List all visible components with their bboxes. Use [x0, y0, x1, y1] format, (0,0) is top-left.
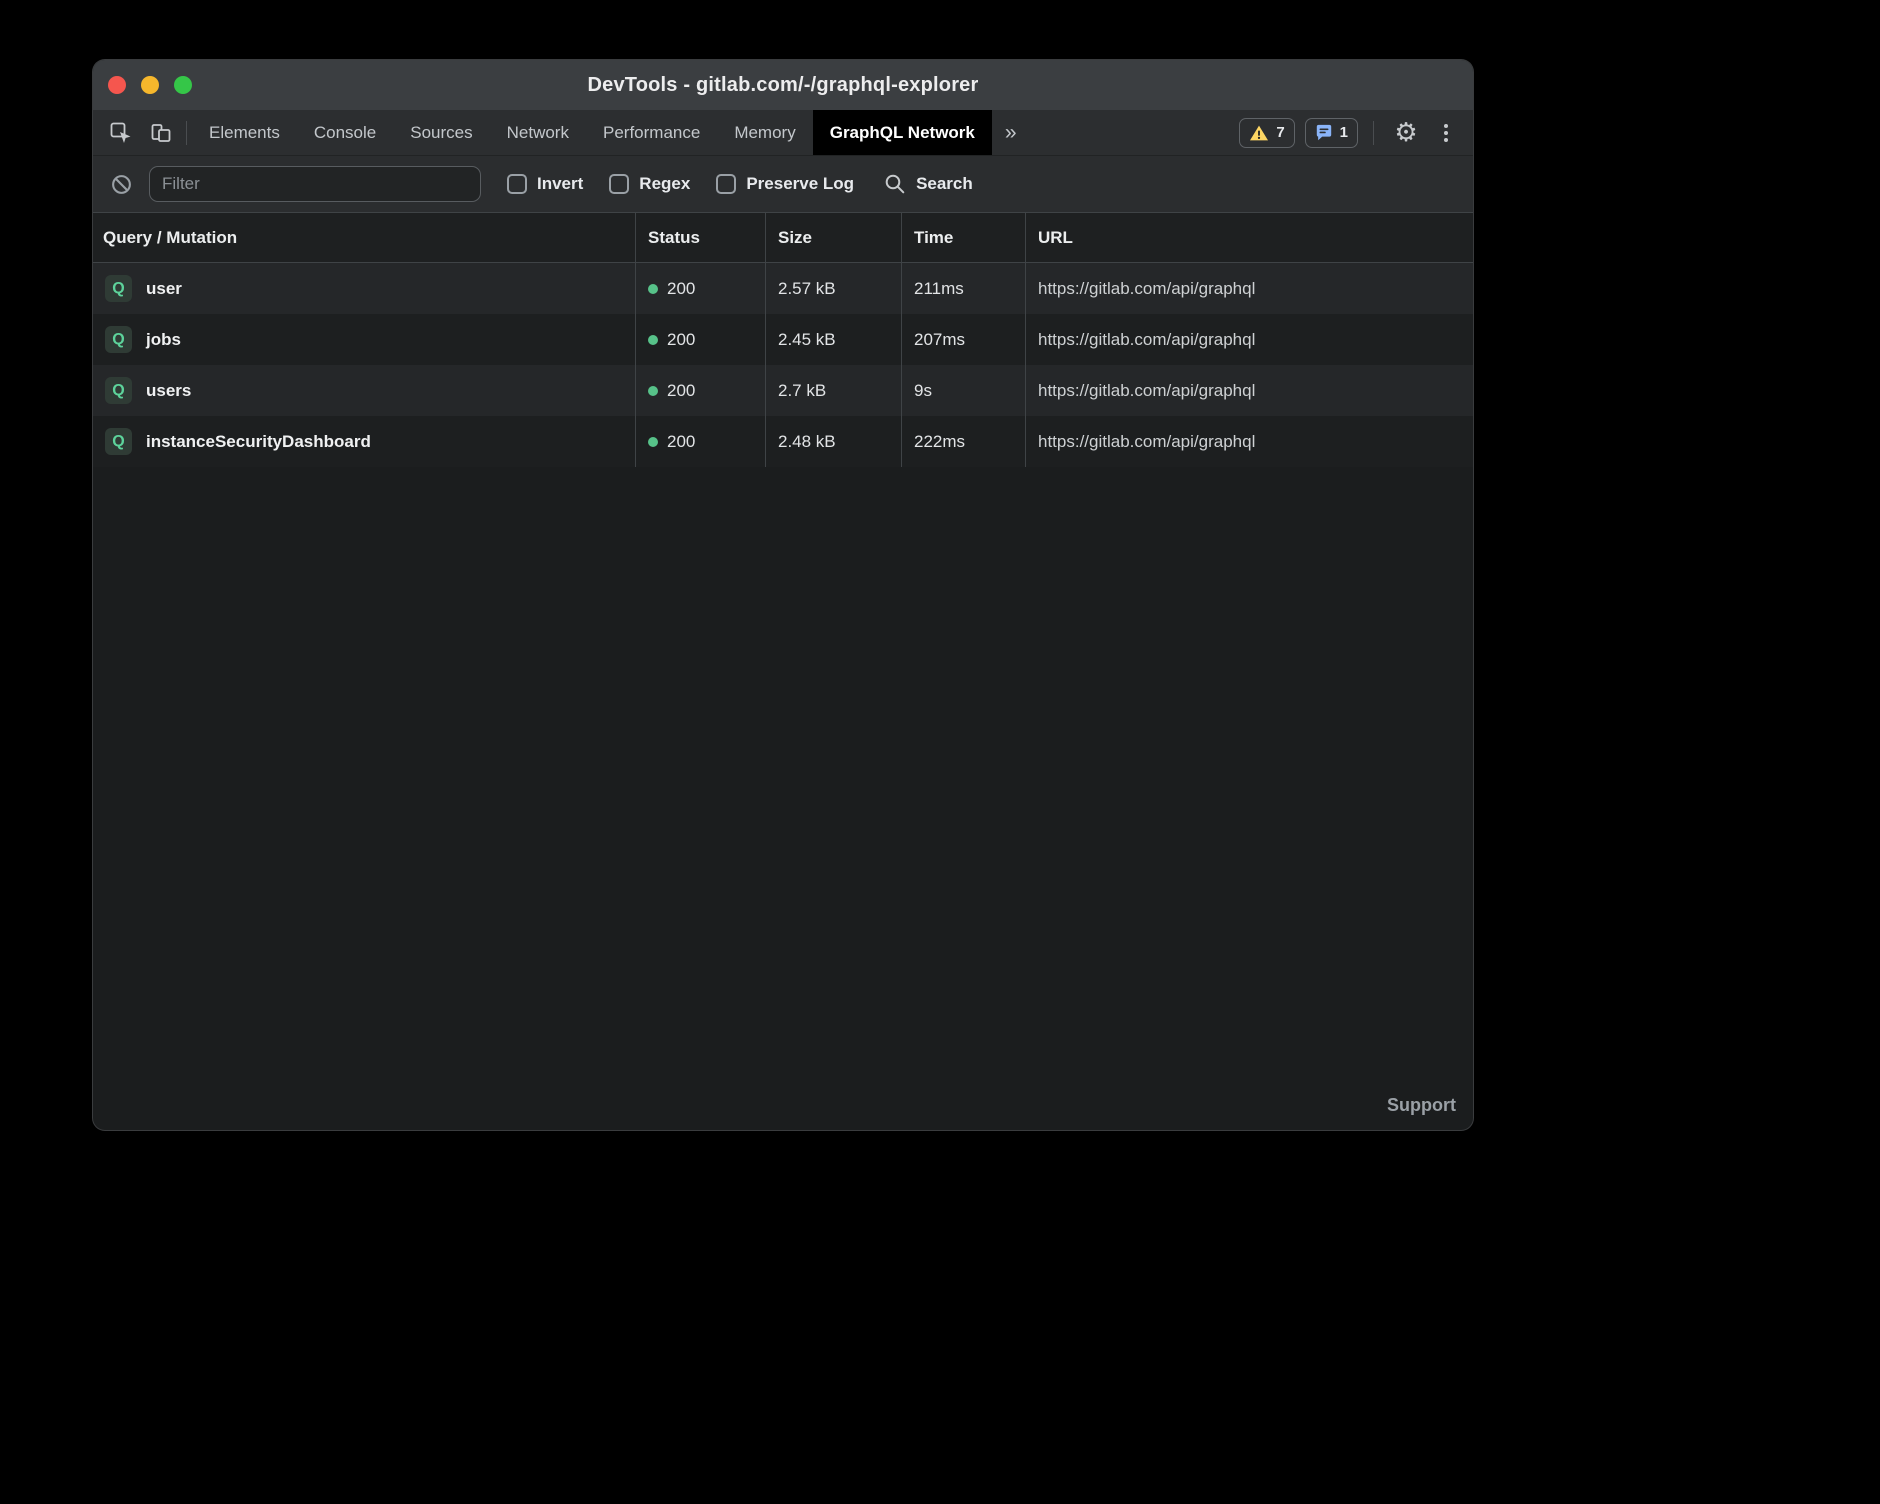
status-dot-icon: [648, 284, 658, 294]
requests-list: Q user 200 2.57 kB 211ms https://gitlab.…: [93, 263, 1473, 1130]
status-value: 200: [667, 279, 695, 299]
table-row[interactable]: Q instanceSecurityDashboard 200 2.48 kB …: [93, 416, 1473, 467]
message-icon: [1315, 124, 1333, 142]
device-toolbar-icon: [150, 122, 172, 144]
table-row[interactable]: Q jobs 200 2.45 kB 207ms https://gitlab.…: [93, 314, 1473, 365]
url-value: https://gitlab.com/api/graphql: [1026, 416, 1473, 467]
tab-network[interactable]: Network: [490, 110, 586, 155]
size-value: 2.57 kB: [766, 263, 902, 314]
zoom-button[interactable]: [174, 76, 192, 94]
filter-toolbar: Invert Regex Preserve Log Search: [93, 156, 1473, 213]
invert-label: Invert: [537, 174, 583, 194]
tab-memory[interactable]: Memory: [717, 110, 812, 155]
status-value: 200: [667, 330, 695, 350]
support-link[interactable]: Support: [1387, 1095, 1456, 1116]
devtools-tabbar: Elements Console Sources Network Perform…: [93, 110, 1473, 156]
column-header-status[interactable]: Status: [636, 213, 766, 262]
warning-count: 7: [1276, 124, 1284, 141]
query-type-badge: Q: [105, 326, 132, 353]
size-value: 2.7 kB: [766, 365, 902, 416]
preserve-log-checkbox[interactable]: [716, 174, 736, 194]
status-value: 200: [667, 381, 695, 401]
time-value: 211ms: [902, 263, 1026, 314]
search-icon: [884, 173, 906, 195]
url-value: https://gitlab.com/api/graphql: [1026, 314, 1473, 365]
clear-requests-button[interactable]: [109, 173, 133, 196]
query-type-badge: Q: [105, 275, 132, 302]
inspect-icon: [110, 122, 132, 144]
status-dot-icon: [648, 335, 658, 345]
warnings-badge[interactable]: 7: [1239, 118, 1294, 148]
messages-badge[interactable]: 1: [1305, 118, 1358, 148]
query-name: users: [146, 381, 191, 401]
column-header-query[interactable]: Query / Mutation: [93, 213, 636, 262]
settings-button[interactable]: ⚙: [1389, 117, 1423, 148]
block-icon: [110, 173, 133, 196]
query-name: instanceSecurityDashboard: [146, 432, 371, 452]
message-count: 1: [1340, 124, 1348, 141]
device-toolbar-button[interactable]: [141, 110, 181, 155]
toolbar-divider: [186, 121, 187, 145]
minimize-button[interactable]: [141, 76, 159, 94]
window-title: DevTools - gitlab.com/-/graphql-explorer: [587, 74, 978, 97]
invert-checkbox[interactable]: [507, 174, 527, 194]
query-name: jobs: [146, 330, 181, 350]
preserve-log-label: Preserve Log: [746, 174, 854, 194]
regex-filter-toggle[interactable]: Regex: [609, 174, 690, 194]
tab-console[interactable]: Console: [297, 110, 393, 155]
table-row[interactable]: Q user 200 2.57 kB 211ms https://gitlab.…: [93, 263, 1473, 314]
query-type-badge: Q: [105, 428, 132, 455]
gear-icon: ⚙: [1394, 117, 1417, 148]
titlebar: DevTools - gitlab.com/-/graphql-explorer: [93, 60, 1473, 110]
url-value: https://gitlab.com/api/graphql: [1026, 365, 1473, 416]
warning-icon: [1249, 124, 1269, 142]
filter-input[interactable]: [149, 166, 481, 202]
regex-label: Regex: [639, 174, 690, 194]
time-value: 9s: [902, 365, 1026, 416]
status-dot-icon: [648, 386, 658, 396]
traffic-lights: [108, 60, 192, 110]
status-dot-icon: [648, 437, 658, 447]
table-row[interactable]: Q users 200 2.7 kB 9s https://gitlab.com…: [93, 365, 1473, 416]
customize-devtools-button[interactable]: [1433, 124, 1459, 142]
size-value: 2.48 kB: [766, 416, 902, 467]
tabbar-right-cluster: 7 1 ⚙: [1239, 110, 1473, 155]
kebab-icon: [1444, 124, 1448, 142]
time-value: 207ms: [902, 314, 1026, 365]
query-name: user: [146, 279, 182, 299]
url-value: https://gitlab.com/api/graphql: [1026, 263, 1473, 314]
tab-elements[interactable]: Elements: [192, 110, 297, 155]
invert-filter-toggle[interactable]: Invert: [507, 174, 583, 194]
column-header-time[interactable]: Time: [902, 213, 1026, 262]
inspect-element-button[interactable]: [101, 110, 141, 155]
tabbar-divider: [1373, 121, 1374, 145]
column-header-size[interactable]: Size: [766, 213, 902, 262]
more-tabs-button[interactable]: »: [992, 110, 1030, 155]
query-type-badge: Q: [105, 377, 132, 404]
search-button[interactable]: Search: [884, 173, 973, 195]
table-header: Query / Mutation Status Size Time URL: [93, 213, 1473, 263]
tab-graphql-network[interactable]: GraphQL Network: [813, 110, 992, 155]
close-button[interactable]: [108, 76, 126, 94]
column-header-url[interactable]: URL: [1026, 213, 1473, 262]
devtools-window: DevTools - gitlab.com/-/graphql-explorer…: [93, 60, 1473, 1130]
tab-performance[interactable]: Performance: [586, 110, 717, 155]
tab-sources[interactable]: Sources: [393, 110, 489, 155]
regex-checkbox[interactable]: [609, 174, 629, 194]
size-value: 2.45 kB: [766, 314, 902, 365]
status-value: 200: [667, 432, 695, 452]
search-label: Search: [916, 174, 973, 194]
time-value: 222ms: [902, 416, 1026, 467]
preserve-log-toggle[interactable]: Preserve Log: [716, 174, 854, 194]
